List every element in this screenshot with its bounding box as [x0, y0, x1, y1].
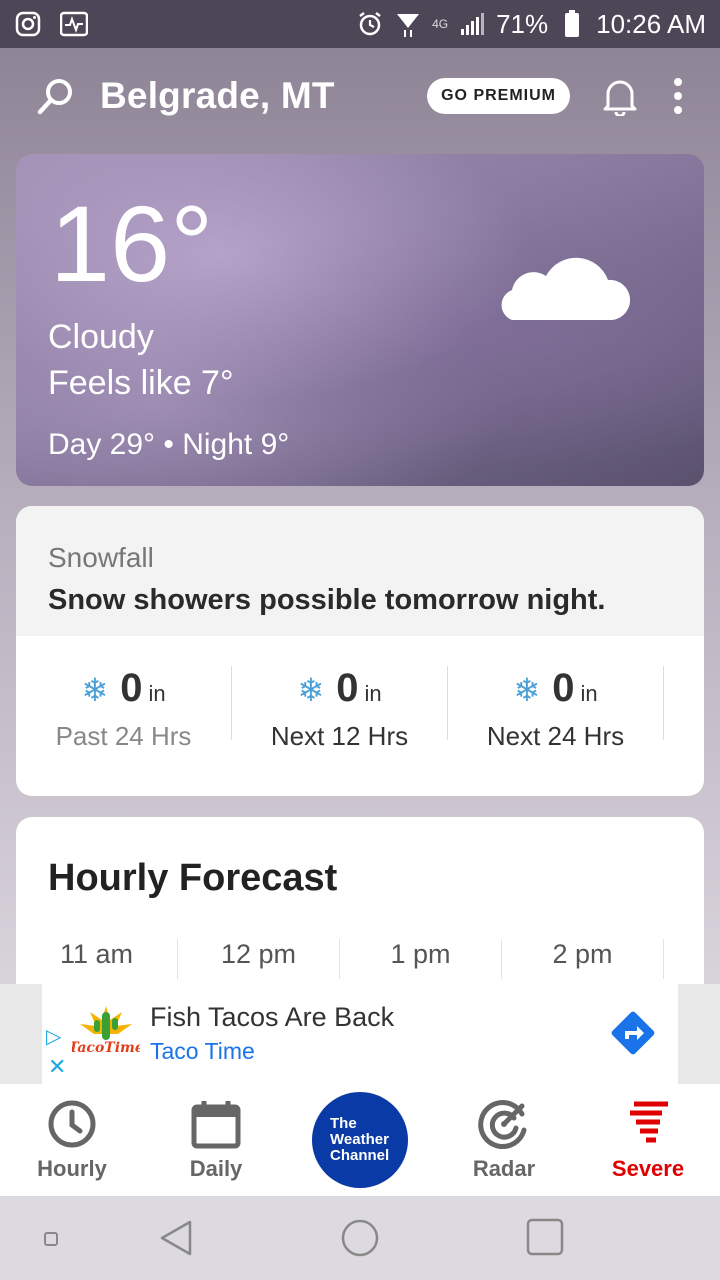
- period-label: Next 12 Hrs: [270, 721, 409, 751]
- nav-severe-label: Severe: [611, 1156, 685, 1181]
- current-conditions-card[interactable]: 16° Cloudy Feels like 7° Day 29° • Night…: [16, 154, 704, 486]
- period-label: Next 24 Hrs: [486, 721, 625, 751]
- snowfall-period: ❄ 0 in Next 12 Hrs: [232, 666, 448, 751]
- nav-severe[interactable]: Severe: [576, 1098, 720, 1182]
- ad-advertiser[interactable]: Taco Time: [150, 1038, 255, 1065]
- brand-line: Channel: [330, 1147, 390, 1164]
- hour-label[interactable]: 1 pm: [340, 939, 502, 979]
- snowflake-icon: ❄: [297, 672, 325, 708]
- nav-daily[interactable]: Daily: [144, 1098, 288, 1182]
- radar-icon: [478, 1100, 527, 1149]
- nav-hourly-label: Hourly: [37, 1156, 107, 1181]
- alarm-icon: [356, 10, 384, 38]
- taco-time-logo: TacoTime: [72, 1006, 140, 1056]
- weather-channel-logo[interactable]: The Weather Channel: [312, 1092, 408, 1188]
- snowflake-icon: ❄: [513, 672, 541, 708]
- nav-hourly[interactable]: Hourly: [0, 1098, 144, 1182]
- snow-amount: 0: [336, 666, 359, 710]
- period-label: Past 24 Hrs: [55, 721, 192, 751]
- wifi-icon: [394, 10, 422, 38]
- home-icon[interactable]: [340, 1218, 380, 1258]
- brand-line: The: [330, 1115, 357, 1132]
- app-header: Belgrade, MT GO PREMIUM: [0, 48, 720, 144]
- nav-radar-label: Radar: [472, 1156, 536, 1181]
- condition-text: Cloudy: [48, 318, 154, 356]
- snowfall-card[interactable]: Snowfall Snow showers possible tomorrow …: [16, 506, 704, 796]
- location-title[interactable]: Belgrade, MT: [100, 75, 335, 117]
- snow-unit: in: [364, 681, 382, 706]
- clock: 10:26 AM: [596, 8, 706, 39]
- hourly-forecast-title: Hourly Forecast: [48, 857, 338, 899]
- back-icon[interactable]: [158, 1218, 194, 1258]
- snow-unit: in: [148, 681, 166, 706]
- nav-home-brand[interactable]: The Weather Channel: [288, 1092, 432, 1188]
- svg-text:TacoTime: TacoTime: [72, 1040, 140, 1056]
- ad-title[interactable]: Fish Tacos Are Back: [150, 1002, 394, 1033]
- clock-icon: [48, 1100, 96, 1148]
- recents-dot-icon[interactable]: [44, 1232, 58, 1246]
- hour-label[interactable]: 11 am: [16, 939, 178, 979]
- overflow-menu-icon[interactable]: [672, 78, 684, 114]
- snowfall-period: ❄ 0 in Next 24 Hrs: [448, 666, 664, 751]
- nav-daily-label: Daily: [189, 1156, 243, 1181]
- snowflake-icon: ❄: [81, 672, 109, 708]
- snowfall-title: Snowfall: [48, 542, 154, 573]
- instagram-icon: [14, 10, 42, 38]
- battery-percent: 71%: [496, 8, 549, 39]
- status-bar: 4G 71% 10:26 AM: [0, 0, 720, 48]
- feels-like-text: Feels like 7°: [48, 364, 234, 402]
- overview-icon[interactable]: [526, 1218, 564, 1256]
- snow-amount: 0: [120, 666, 143, 710]
- ad-close-icon[interactable]: ✕: [48, 1054, 66, 1080]
- system-navigation-bar: [0, 1196, 720, 1280]
- network-type: 4G: [432, 17, 449, 31]
- hourly-list[interactable]: 11 am 12 pm 1 pm 2 pm: [16, 939, 664, 979]
- signal-icon: [458, 10, 486, 38]
- hour-label[interactable]: 12 pm: [178, 939, 340, 979]
- hour-label[interactable]: 2 pm: [502, 939, 664, 979]
- current-temperature: 16°: [50, 183, 214, 304]
- snow-amount: 0: [552, 666, 575, 710]
- search-icon[interactable]: [36, 76, 76, 116]
- brand-line: Weather: [330, 1131, 389, 1148]
- battery-icon: [558, 10, 586, 38]
- snowfall-description: Snow showers possible tomorrow night.: [48, 584, 606, 616]
- ad-banner[interactable]: ▷ ✕ TacoTime Fish Tacos Are Back Taco Ti…: [0, 984, 720, 1084]
- ad-choices-icon[interactable]: ▷: [46, 1024, 61, 1049]
- directions-icon[interactable]: [606, 1006, 660, 1060]
- bell-icon[interactable]: [602, 76, 638, 118]
- snowfall-header: Snowfall Snow showers possible tomorrow …: [16, 506, 704, 636]
- snow-unit: in: [580, 681, 598, 706]
- day-night-temps: Day 29° • Night 9°: [48, 428, 290, 461]
- snowfall-periods: ❄ 0 in Past 24 Hrs ❄ 0 in Next 12 Hrs ❄ 0 in N…: [16, 666, 704, 751]
- severe-weather-icon: [630, 1101, 668, 1143]
- ad-content[interactable]: ▷ ✕ TacoTime Fish Tacos Are Back Taco Ti…: [42, 984, 678, 1084]
- activity-monitor-icon: [60, 10, 88, 38]
- snowfall-period: ❄ 0 in Past 24 Hrs: [16, 666, 232, 751]
- nav-radar[interactable]: Radar: [432, 1098, 576, 1182]
- cloud-icon: [501, 257, 630, 320]
- calendar-icon: [191, 1101, 241, 1149]
- bottom-navigation: Hourly Daily The Weather Channel Radar S…: [0, 1084, 720, 1196]
- go-premium-button[interactable]: GO PREMIUM: [427, 78, 570, 114]
